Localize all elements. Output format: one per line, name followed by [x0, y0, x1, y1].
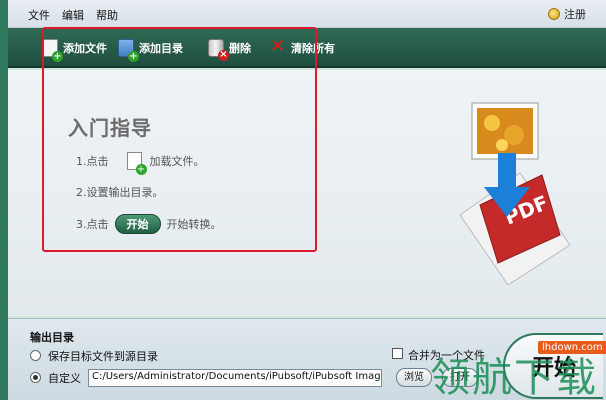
guide-title: 入门指导: [68, 116, 152, 140]
output-panel: 输出目录 保存目标文件到源目录 自定义 C:/Users/Administrat…: [8, 318, 606, 400]
register-label: 注册: [564, 8, 586, 21]
image-to-pdf-illustration: PDF: [459, 102, 571, 285]
merge-checkbox[interactable]: [392, 348, 403, 359]
output-path-input[interactable]: C:/Users/Administrator/Documents/iPubsof…: [88, 369, 382, 387]
window-edge: [0, 0, 8, 400]
step1-prefix: 1.点击: [76, 155, 109, 168]
guide-step-3: 3.点击 开始 开始转换。: [76, 214, 222, 234]
custom-dir-label: 自定义: [48, 372, 81, 385]
menu-help[interactable]: 帮助: [96, 7, 118, 23]
register-link[interactable]: 注册: [548, 6, 586, 22]
menu-file[interactable]: 文件: [28, 7, 50, 23]
key-icon: [548, 8, 560, 20]
step3-suffix: 开始转换。: [166, 218, 222, 231]
start-pill-icon: 开始: [114, 214, 161, 234]
step1-suffix: 加载文件。: [149, 155, 205, 168]
guide-step-2: 2.设置输出目录。: [76, 184, 164, 200]
step3-prefix: 3.点击: [76, 218, 109, 231]
guide-step-1: 1.点击 加载文件。: [76, 152, 205, 175]
add-file-icon: [126, 152, 147, 175]
browse-button[interactable]: 浏览: [396, 368, 432, 387]
menu-bar: 文件 编辑 帮助 注册: [8, 0, 606, 28]
watermark-url: lhdown.com: [538, 341, 606, 354]
photo-icon: [471, 102, 539, 160]
save-to-source-radio[interactable]: [30, 350, 41, 361]
merge-label: 合并为一个文件: [408, 349, 485, 362]
open-folder-button[interactable]: 打开: [442, 368, 478, 387]
custom-dir-radio[interactable]: [30, 372, 41, 383]
step2-text: 2.设置输出目录。: [76, 186, 164, 199]
output-dir-label: 输出目录: [30, 331, 74, 344]
save-to-source-label: 保存目标文件到源目录: [48, 350, 158, 363]
menu-edit[interactable]: 编辑: [62, 7, 84, 23]
